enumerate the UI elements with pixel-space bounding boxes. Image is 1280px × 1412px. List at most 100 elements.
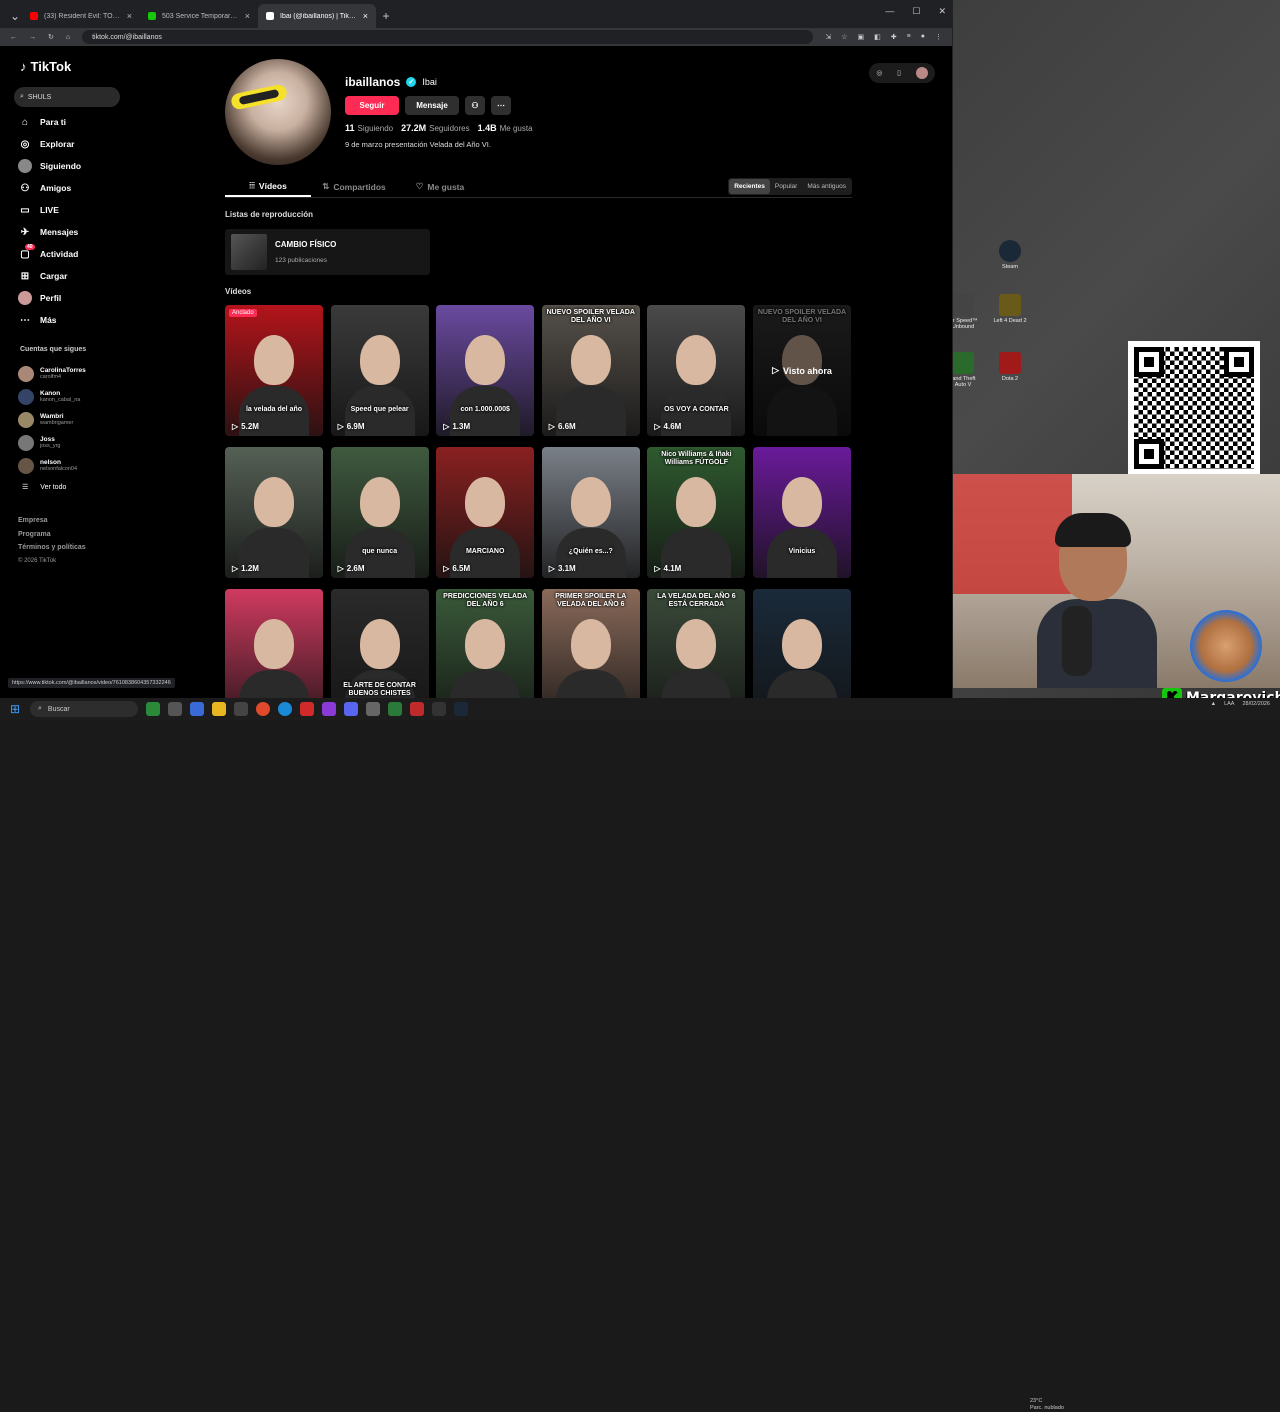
tab-videos[interactable]: ⦙⦙⦙ Vídeos xyxy=(225,176,311,197)
tray-icon[interactable]: ▲ xyxy=(1211,701,1216,707)
file-explorer-icon[interactable] xyxy=(212,702,226,716)
following-account[interactable]: nelson nelsonfalcon04 xyxy=(18,454,86,477)
app-icon[interactable] xyxy=(410,702,424,716)
video-card[interactable]: PREDICCIONES VELADA DEL AÑO 6 xyxy=(436,589,535,698)
sidebar-item-actividad[interactable]: ▢ 40 Actividad xyxy=(18,243,81,265)
store-icon[interactable] xyxy=(234,702,248,716)
app-icon[interactable] xyxy=(190,702,204,716)
install-icon[interactable]: ⇲ xyxy=(825,33,831,41)
video-card[interactable]: Speed que pelear ▷ 6.9M xyxy=(330,305,429,436)
sort-mas-antiguos[interactable]: Más antiguos xyxy=(802,179,851,194)
video-card[interactable] xyxy=(752,589,851,698)
app-icon[interactable] xyxy=(432,702,446,716)
widget-icon[interactable] xyxy=(146,702,160,716)
extension-icon[interactable]: ◧ xyxy=(874,33,881,41)
windows-start-icon[interactable]: ⊞ xyxy=(8,702,22,716)
coin-icon[interactable]: ◎ xyxy=(876,69,882,77)
menu-icon[interactable]: ⋮ xyxy=(935,33,942,41)
see-all-button[interactable]: ☰ Ver todo xyxy=(18,477,86,497)
following-stat[interactable]: 11 Siguiendo xyxy=(345,123,393,133)
sidebar-item-para-ti[interactable]: ⌂ Para ti xyxy=(18,111,81,133)
clock[interactable]: 28/02/2026 xyxy=(1242,701,1270,707)
video-card[interactable]: Anclado la velada del año ▷ 5.2M xyxy=(225,305,323,436)
url-field[interactable]: tiktok.com/@ibaillanos xyxy=(82,30,814,44)
video-card[interactable]: Vinicius xyxy=(752,447,851,578)
follow-button[interactable]: Seguir xyxy=(345,96,399,115)
footer-link[interactable]: Empresa xyxy=(18,514,86,528)
media-icon[interactable]: ≡ xyxy=(907,33,911,41)
desktop-icon-steam[interactable]: Steam xyxy=(993,240,1027,270)
video-card[interactable]: que nunca ▷ 2.6M xyxy=(330,447,429,578)
sidebar-item-siguiendo[interactable]: Siguiendo xyxy=(18,155,81,177)
home-icon[interactable]: ⌂ xyxy=(66,34,70,41)
close-icon[interactable]: × xyxy=(363,11,368,21)
sidebar-item-amigos[interactable]: ⚇ Amigos xyxy=(18,177,81,199)
edge-icon[interactable] xyxy=(278,702,292,716)
desktop-icon-dota[interactable]: Dota 2 xyxy=(993,352,1027,382)
sidebar-item-live[interactable]: ▭ LIVE xyxy=(18,199,81,221)
minimize-icon[interactable]: — xyxy=(885,6,894,17)
tab-search-button[interactable]: ⌄ xyxy=(8,4,22,28)
browser-tab-503[interactable]: 503 Service Temporarily Unava × xyxy=(140,4,258,28)
sort-popular[interactable]: Popular xyxy=(770,179,802,194)
sort-recientes[interactable]: Recientes xyxy=(729,179,770,194)
maximize-icon[interactable]: ☐ xyxy=(912,6,920,17)
video-card[interactable]: ¿Quién es...? ▷ 3.1M xyxy=(541,447,640,578)
video-card[interactable] xyxy=(225,589,323,698)
steam-icon[interactable] xyxy=(454,702,468,716)
back-icon[interactable]: ← xyxy=(10,34,17,41)
video-card[interactable]: NUEVO SPOILER VELADA DEL AÑO VI ▷ 6.6M xyxy=(541,305,640,436)
close-icon[interactable]: × xyxy=(245,11,250,21)
tiktok-logo[interactable]: ♪ TikTok xyxy=(20,59,71,74)
close-window-icon[interactable]: ✕ xyxy=(938,6,946,17)
tab-compartidos[interactable]: ⇅ Compartidos xyxy=(311,176,397,197)
app-icon[interactable] xyxy=(300,702,314,716)
message-button[interactable]: Mensaje xyxy=(405,96,459,115)
new-tab-button[interactable]: + xyxy=(376,4,396,28)
profile-icon[interactable]: ● xyxy=(921,33,925,41)
app-icon[interactable] xyxy=(322,702,336,716)
video-card[interactable]: MARCIANO ▷ 6.5M xyxy=(436,447,535,578)
video-card[interactable]: EL ARTE DE CONTAR BUENOS CHISTES xyxy=(330,589,429,698)
sidebar-item-mas[interactable]: ⋯ Más xyxy=(18,309,81,331)
puzzle-icon[interactable]: ✚ xyxy=(891,33,897,41)
browser-tab-tiktok[interactable]: Ibai (@ibaillanos) | TikTok × xyxy=(258,4,376,28)
sidebar-item-perfil[interactable]: Perfil xyxy=(18,287,81,309)
following-account[interactable]: Kanon kanon_cabal_na xyxy=(18,385,86,408)
video-card[interactable]: ▷ 1.2M xyxy=(225,447,323,578)
playlist-card[interactable]: CAMBIO FÍSICO 123 publicaciones xyxy=(225,229,430,275)
footer-link[interactable]: Programa xyxy=(18,528,86,542)
video-card[interactable]: Nico Williams & Iñaki Williams FÚTGOLF ▷ 4… xyxy=(647,447,746,578)
discord-icon[interactable] xyxy=(344,702,358,716)
video-card[interactable]: OS VOY A CONTAR ▷ 4.6M xyxy=(647,305,746,436)
sidebar-item-explorar[interactable]: ◎ Explorar xyxy=(18,133,81,155)
app-icon[interactable] xyxy=(366,702,380,716)
desktop-icon-l4d2[interactable]: Left 4 Dead 2 xyxy=(993,294,1027,324)
video-card[interactable]: LA VELADA DEL AÑO 6 ESTÁ CERRADA xyxy=(647,589,746,698)
close-icon[interactable]: × xyxy=(127,11,132,21)
app-icon[interactable] xyxy=(388,702,402,716)
following-account[interactable]: Wambri wambrigamer xyxy=(18,408,86,431)
following-account[interactable]: CarolinaTorres carolfm4 xyxy=(18,362,86,385)
taskbar-search[interactable]: ⌕ Buscar xyxy=(30,701,138,717)
sidebar-item-cargar[interactable]: ⊞ Cargar xyxy=(18,265,81,287)
video-card[interactable]: PRIMER SPOILER LA VELADA DEL AÑO 6 xyxy=(541,589,640,698)
search-input[interactable]: ⌕ SHULS xyxy=(14,87,120,107)
video-card[interactable]: NUEVO SPOILER VELADA DEL AÑO VI▷Visto ah… xyxy=(752,305,851,436)
lang-indicator[interactable]: LAA xyxy=(1224,701,1234,707)
followers-stat[interactable]: 27.2M Seguidores xyxy=(401,123,470,133)
task-view-icon[interactable] xyxy=(168,702,182,716)
following-account[interactable]: Joss joss_yrg xyxy=(18,431,86,454)
more-options-icon[interactable]: ⋯ xyxy=(491,96,511,115)
browser-tab-youtube[interactable]: (33) Resident Evil: TODA La Sag × xyxy=(22,4,140,28)
chrome-icon[interactable] xyxy=(256,702,270,716)
tab-me-gusta[interactable]: ♡ Me gusta xyxy=(397,176,483,197)
forward-icon[interactable]: → xyxy=(29,34,36,41)
user-avatar[interactable] xyxy=(915,67,928,79)
sidebar-item-mensajes[interactable]: ✈ Mensajes xyxy=(18,221,81,243)
weather-widget[interactable]: 23°C Parc. nublado xyxy=(1030,1398,1064,1412)
extension-icon[interactable]: ▣ xyxy=(858,33,865,41)
footer-link[interactable]: Términos y políticas xyxy=(18,541,86,555)
reload-icon[interactable]: ↻ xyxy=(48,33,54,41)
video-card[interactable]: con 1.000.000$ ▷ 1.3M xyxy=(436,305,535,436)
